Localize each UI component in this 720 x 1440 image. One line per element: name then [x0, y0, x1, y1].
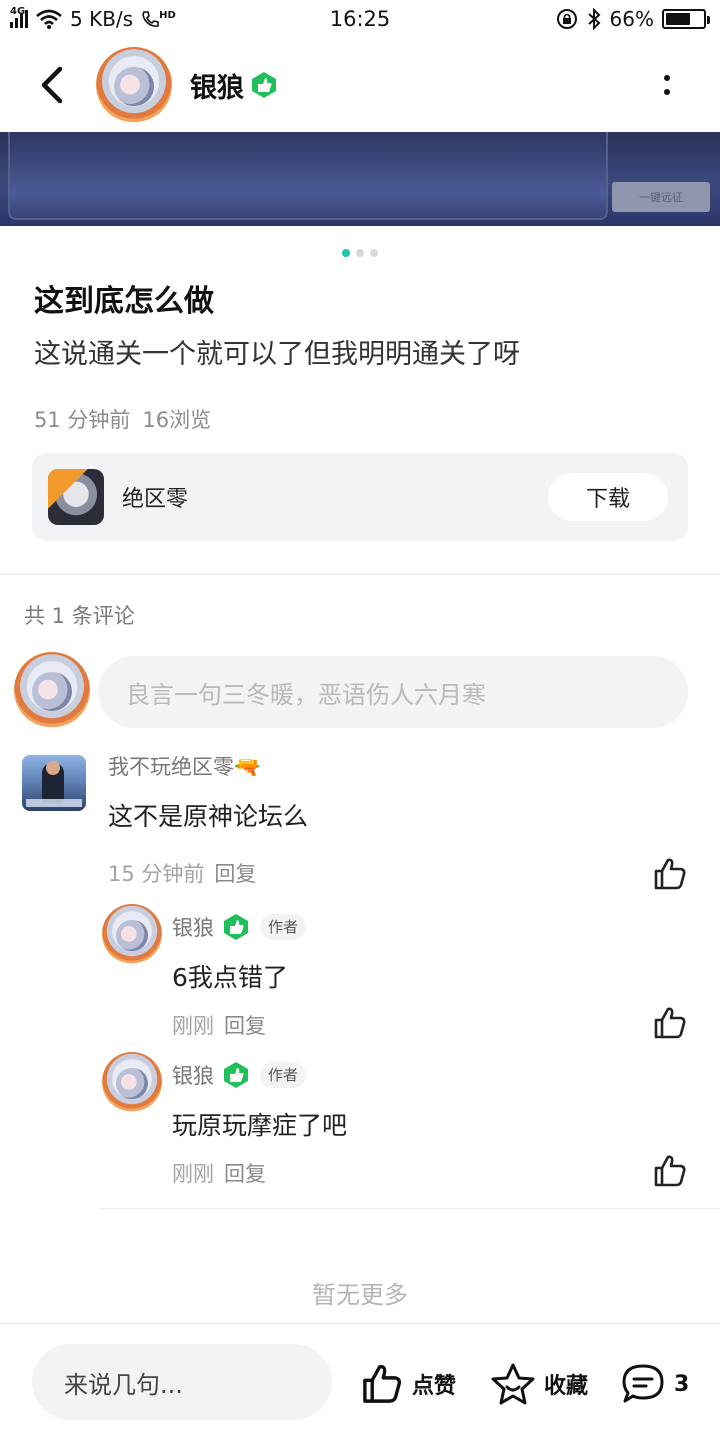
commenter-avatar[interactable] [22, 755, 86, 811]
page-dot-active [342, 249, 350, 257]
image-frame [8, 132, 608, 220]
section-divider [0, 573, 720, 575]
reply-button[interactable]: 回复 [214, 862, 256, 886]
cell-signal-icon: 4G [10, 6, 28, 28]
current-user-avatar [14, 652, 90, 728]
reply-author[interactable]: 银狼 [172, 1060, 214, 1090]
download-button[interactable]: 下载 [548, 473, 668, 521]
verified-badge-icon [224, 1062, 248, 1088]
post-title: 这到底怎么做 [34, 284, 214, 319]
reply-text: 玩原玩摩症了吧 [172, 1111, 348, 1140]
post-body: 这说通关一个就可以了但我明明通关了呀 [34, 339, 520, 370]
post-header: 银狼 [0, 40, 720, 130]
back-button[interactable] [22, 55, 82, 115]
like-icon[interactable] [652, 856, 688, 892]
verified-badge-icon [252, 72, 276, 98]
reply-meta: 刚刚 回复 [172, 1158, 266, 1188]
comments-count: 3 [674, 1371, 690, 1397]
verified-badge-icon [224, 914, 248, 940]
reply-avatar[interactable] [102, 1052, 162, 1112]
status-right: 66% [556, 7, 710, 31]
author-name[interactable]: 银狼 [190, 66, 244, 105]
post-image[interactable]: 一键远征 [0, 132, 720, 226]
avatar-face [114, 66, 154, 107]
reply-time: 刚刚 [172, 1162, 214, 1186]
hd-call-icon: HD [141, 10, 176, 28]
reply-author-row: 银狼 作者 [172, 1060, 307, 1090]
image-button-label: 一键远征 [612, 182, 710, 212]
like-label: 点赞 [412, 1374, 457, 1399]
no-more-text: 暂无更多 [312, 1281, 408, 1309]
reply-author-row: 银狼 作者 [172, 912, 307, 942]
image-pagination [0, 249, 720, 257]
back-arrow-icon [41, 66, 63, 104]
rotation-lock-icon [556, 9, 577, 29]
like-icon[interactable] [652, 1005, 688, 1041]
network-speed: 5 KB/s [70, 7, 134, 31]
like-button[interactable]: 点赞 [360, 1362, 456, 1406]
like-icon[interactable] [652, 1153, 688, 1189]
comments-button[interactable]: 3 [620, 1362, 689, 1406]
reply-time: 刚刚 [172, 1014, 214, 1038]
bluetooth-icon [587, 8, 600, 30]
comment-time: 15 分钟前 [108, 862, 205, 886]
reply-avatar[interactable] [102, 904, 162, 964]
reply-button[interactable]: 回复 [224, 1162, 266, 1186]
favorite-button[interactable]: 收藏 [490, 1362, 588, 1406]
comment-input[interactable]: 良言一句三冬暖，恶语伤人六月寒 [98, 656, 688, 728]
bottom-comment-input[interactable]: 来说几句... [32, 1344, 332, 1420]
author-tag: 作者 [260, 914, 307, 940]
comment-count: 共 1 条评论 [24, 604, 135, 628]
wifi-icon [36, 9, 62, 29]
page-dot [370, 249, 378, 257]
author-tag: 作者 [260, 1062, 307, 1088]
comment-meta: 15 分钟前 回复 [108, 858, 256, 888]
more-options-button[interactable] [652, 70, 682, 100]
hd-label: HD [159, 10, 176, 21]
battery-percent: 66% [609, 7, 654, 31]
post-time: 51 分钟前 [34, 408, 131, 432]
comment-author[interactable]: 我不玩绝区零🔫 [108, 751, 260, 781]
reply-button[interactable]: 回复 [224, 1014, 266, 1038]
star-icon [491, 1363, 535, 1405]
reply-text: 6我点错了 [172, 963, 288, 992]
game-card[interactable]: 绝区零 下载 [32, 453, 688, 541]
bottom-action-bar: 来说几句... 点赞 收藏 3 [0, 1324, 720, 1440]
post-meta: 51 分钟前 16浏览 [34, 404, 211, 434]
favorite-label: 收藏 [544, 1374, 589, 1399]
game-icon [48, 469, 104, 525]
reply-author[interactable]: 银狼 [172, 912, 214, 942]
comment-text: 这不是原神论坛么 [108, 802, 309, 831]
comment-bubble-icon [622, 1364, 664, 1403]
author-avatar[interactable] [96, 47, 172, 123]
thumbs-up-icon [363, 1365, 402, 1403]
game-name: 绝区零 [122, 487, 189, 512]
reply-meta: 刚刚 回复 [172, 1010, 266, 1040]
battery-fill [666, 13, 690, 25]
network-type: 4G [10, 6, 26, 17]
post-views: 16浏览 [142, 408, 212, 432]
status-bar: 4G 5 KB/s HD 16:25 66% [0, 0, 720, 38]
battery-icon [662, 9, 710, 29]
page-dot [356, 249, 364, 257]
status-left: 4G 5 KB/s HD [10, 6, 176, 31]
thread-divider [100, 1208, 720, 1209]
